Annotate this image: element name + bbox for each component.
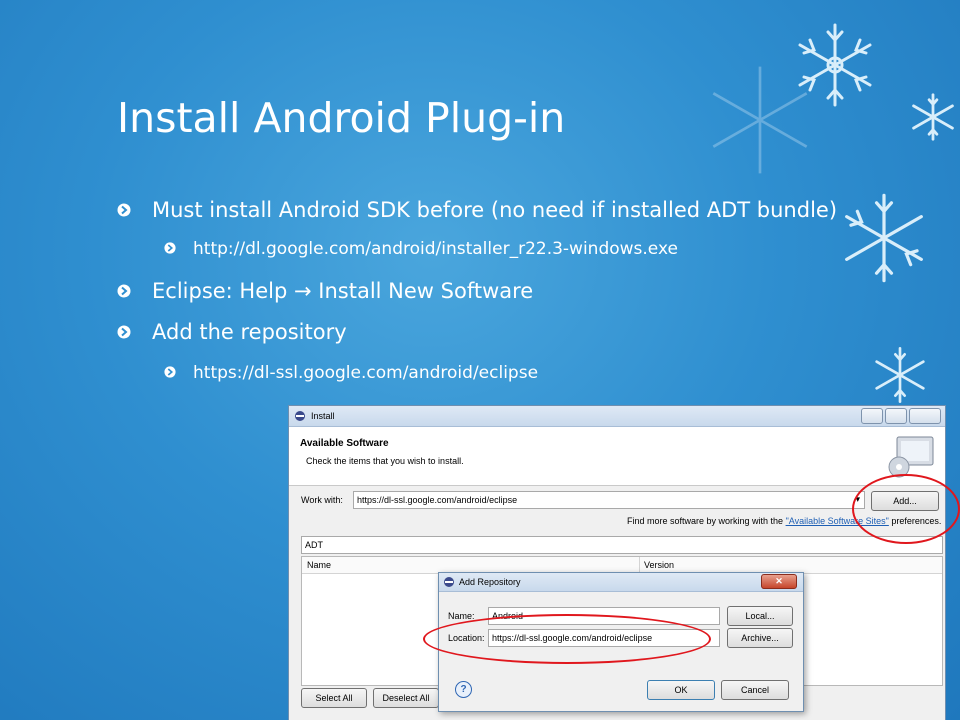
install-titlebar: Install bbox=[289, 406, 945, 427]
work-with-value: https://dl-ssl.google.com/android/eclips… bbox=[357, 495, 518, 505]
window-close-button[interactable] bbox=[909, 408, 941, 424]
arrow-icon: → bbox=[293, 279, 312, 303]
filter-value: ADT bbox=[305, 540, 323, 550]
bullet-installer-url: http://dl.google.com/android/installer_r… bbox=[193, 239, 678, 259]
ok-button[interactable]: OK bbox=[647, 680, 715, 700]
add-button-highlight-ring bbox=[852, 474, 960, 544]
filter-input[interactable]: ADT bbox=[301, 536, 943, 554]
deselect-all-button[interactable]: Deselect All bbox=[373, 688, 439, 708]
eclipse-icon bbox=[295, 411, 305, 421]
close-button[interactable]: ✕ bbox=[761, 574, 797, 589]
cancel-button[interactable]: Cancel bbox=[721, 680, 789, 700]
bullet-add-repository: Add the repository bbox=[152, 320, 347, 344]
column-version[interactable]: Version bbox=[644, 560, 674, 570]
available-software-heading: Available Software bbox=[300, 438, 389, 449]
column-name[interactable]: Name bbox=[307, 560, 331, 570]
work-with-label: Work with: bbox=[301, 495, 343, 505]
dialog-titlebar: Add Repository ✕ bbox=[439, 573, 803, 592]
eclipse-help-text: Eclipse: Help bbox=[152, 279, 294, 303]
slide: Install Android Plug-in Must install And… bbox=[0, 0, 960, 720]
work-with-combo[interactable]: https://dl-ssl.google.com/android/eclips… bbox=[353, 491, 865, 509]
bullet-icon bbox=[117, 325, 131, 339]
location-highlight-ring bbox=[423, 614, 711, 664]
header-subtitle: Check the items that you wish to install… bbox=[306, 456, 464, 466]
select-all-button[interactable]: Select All bbox=[301, 688, 367, 708]
snowflake-icon bbox=[845, 193, 923, 283]
snowflake-icon bbox=[875, 347, 925, 403]
install-new-software-text: Install New Software bbox=[311, 279, 534, 303]
find-more-prefix: Find more software by working with the bbox=[627, 516, 786, 526]
bullet-icon bbox=[164, 366, 177, 379]
maximize-button[interactable] bbox=[885, 408, 907, 424]
bullet-repository-url: https://dl-ssl.google.com/android/eclips… bbox=[193, 363, 539, 383]
eclipse-icon bbox=[444, 577, 454, 587]
bullet-icon bbox=[117, 284, 131, 298]
slide-title: Install Android Plug-in bbox=[117, 94, 566, 142]
bullet-icon bbox=[117, 203, 131, 217]
help-icon[interactable]: ? bbox=[455, 681, 472, 698]
install-title: Install bbox=[311, 411, 335, 421]
minimize-button[interactable] bbox=[861, 408, 883, 424]
local-button[interactable]: Local... bbox=[727, 606, 793, 626]
snowflake-icon bbox=[912, 93, 954, 141]
bullet-icon bbox=[164, 242, 177, 255]
archive-button[interactable]: Archive... bbox=[727, 628, 793, 648]
snowflake-icon bbox=[712, 66, 808, 174]
bullet-sdk: Must install Android SDK before (no need… bbox=[152, 198, 838, 222]
dialog-title: Add Repository bbox=[459, 577, 521, 587]
bullet-eclipse-help: Eclipse: Help → Install New Software bbox=[152, 279, 533, 303]
install-header: Available Software Check the items that … bbox=[289, 427, 945, 486]
